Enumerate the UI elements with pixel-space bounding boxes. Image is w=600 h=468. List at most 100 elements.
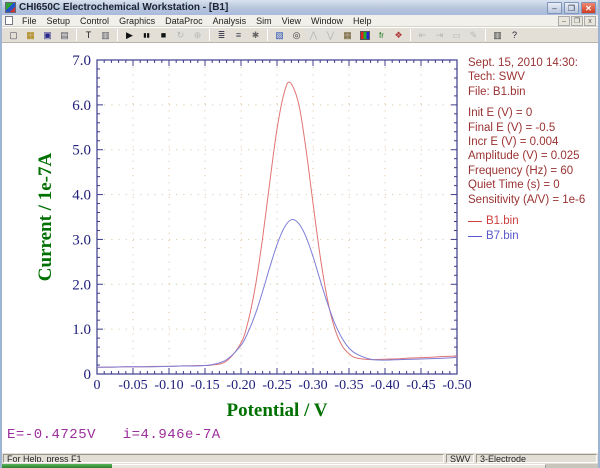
modify-button: ✎ [466,28,482,42]
legend-label: B7.bin [486,229,519,244]
x-tick-label: -0.35 [334,378,363,393]
legend-line-icon [468,221,482,222]
report-button[interactable]: ▦ [340,28,356,42]
new-file-button[interactable]: ▢ [6,28,22,42]
app-window: CHI650C Electrochemical Workstation - [B… [0,0,600,468]
status-help-text: For Help, press F1 [3,454,444,463]
x-axis-label: Potential / V [97,400,457,422]
context-help-button[interactable]: ? [507,28,523,42]
app-icon [5,2,16,13]
previous-data-button: ⇥ [432,28,448,42]
x-tick-label: -0.45 [406,378,435,393]
x-tick-label: -0.15 [190,378,219,393]
menu-window[interactable]: Window [306,16,348,26]
close-button[interactable]: ✕ [581,2,596,14]
menu-graphics[interactable]: Graphics [114,16,160,26]
menu-view[interactable]: View [277,16,306,26]
mdi-minimize-button[interactable]: – [558,16,570,26]
open-file-button[interactable]: ▦ [23,28,39,42]
legend-entry-B1.bin: B1.bin [468,214,585,229]
y-tick-label: 5.0 [72,143,91,159]
menu-help[interactable]: Help [348,16,377,26]
x-tick-label: -0.05 [118,378,147,393]
first-data-button: ⇤ [415,28,431,42]
parameter-list: Init E (V) = 0Final E (V) = -0.5Incr E (… [468,106,585,207]
stop-button[interactable]: ■ [156,28,172,42]
x-tick-label: 0 [94,378,101,393]
edit-data-button: ▭ [449,28,465,42]
cell-control-button[interactable]: ≣ [214,28,230,42]
y-tick-label: 3.0 [72,232,91,248]
open-circuit-button[interactable]: ≡ [231,28,247,42]
parameter-line: Amplitude (V) = 0.025 [468,149,585,163]
copy-graph-button[interactable]: ❖ [391,28,407,42]
task-button-edge[interactable] [112,464,546,468]
menu-analysis[interactable]: Analysis [208,16,252,26]
y-tick-label: 7.0 [72,53,91,69]
document-icon[interactable] [5,16,13,25]
toolbar-separator [117,29,118,41]
status-technique: SWV [446,454,474,463]
parameter-line: Sensitivity (A/V) = 1e-6 [468,193,585,207]
minimize-button[interactable]: – [547,2,562,14]
legend-line-icon [468,236,482,237]
mdi-close-button[interactable]: x [584,16,596,26]
restore-button[interactable]: ❐ [564,2,579,14]
parameter-line: Quiet Time (s) = 0 [468,178,585,192]
menu-items: FileSetupControlGraphicsDataProcAnalysis… [17,16,558,26]
reverse-scan-button: ↻ [173,28,189,42]
legend-label: B1.bin [486,214,519,229]
run-experiment-button[interactable]: ▶ [122,28,138,42]
menu-dataproc[interactable]: DataProc [160,16,208,26]
graph-client-area: 7.06.05.04.03.02.01.000-0.05-0.10-0.15-0… [2,43,598,452]
curve-B7.bin [97,219,457,367]
window-title: CHI650C Electrochemical Workstation - [B… [19,2,547,13]
continue-button: ⊕ [190,28,206,42]
color-legend-button[interactable] [357,28,373,42]
toolbar-separator [76,29,77,41]
parameter-line: Frequency (Hz) = 60 [468,164,585,178]
toolbar-separator [267,29,268,41]
y-tick-label: 0 [84,367,92,383]
mdi-restore-button[interactable]: ❐ [571,16,583,26]
peak-anodic-button: ⋀ [306,28,322,42]
text-tool-button[interactable]: T [81,28,97,42]
save-button[interactable]: ▣ [40,28,56,42]
cursor-readout: E=-0.4725V i=4.946e-7A [7,427,221,443]
parameter-line: Final E (V) = -0.5 [468,121,585,135]
pause-button[interactable]: ▮▮ [139,28,155,42]
start-button-edge[interactable] [2,464,112,468]
menu-control[interactable]: Control [75,16,114,26]
x-tick-label: -0.20 [226,378,255,393]
menu-setup[interactable]: Setup [42,16,76,26]
y-tick-label: 2.0 [72,277,91,293]
data-listing-button[interactable]: ▥ [490,28,506,42]
curve-legend: B1.binB7.bin [468,214,585,244]
magnifier-button[interactable]: ◎ [289,28,305,42]
status-bar: For Help, press F1 SWV 3-Electrode [2,452,598,464]
y-tick-label: 1.0 [72,322,91,338]
legend-entry-B7.bin: B7.bin [468,229,585,244]
font-button[interactable]: fr [374,28,390,42]
toolbar: ▢▦▣▤T▥▶▮▮■↻⊕≣≡✱▧◎⋀⋁▦fr❖⇤⇥▭✎▥? [2,27,598,43]
instrument-setup-button[interactable]: ✱ [248,28,264,42]
menu-sim[interactable]: Sim [251,16,277,26]
toolbar-separator [410,29,411,41]
title-bar[interactable]: CHI650C Electrochemical Workstation - [B… [2,0,598,15]
peak-cathodic-button: ⋁ [323,28,339,42]
x-tick-label: -0.25 [262,378,291,393]
x-tick-label: -0.50 [442,378,471,393]
annotation-tool-button[interactable]: ▥ [98,28,114,42]
technique-text: Tech: SWV [468,70,585,84]
color-bars-icon [360,31,370,40]
parameter-line: Incr E (V) = 0.004 [468,135,585,149]
menu-file[interactable]: File [17,16,42,26]
x-tick-label: -0.40 [370,378,399,393]
print-button[interactable]: ▤ [57,28,73,42]
zoom-select-button[interactable]: ▧ [272,28,288,42]
curve-B1.bin [97,82,457,367]
menu-bar: FileSetupControlGraphicsDataProcAnalysis… [2,15,598,27]
x-tick-label: -0.10 [154,378,183,393]
x-tick-label: -0.30 [298,378,327,393]
status-electrode-mode: 3-Electrode [476,454,597,463]
